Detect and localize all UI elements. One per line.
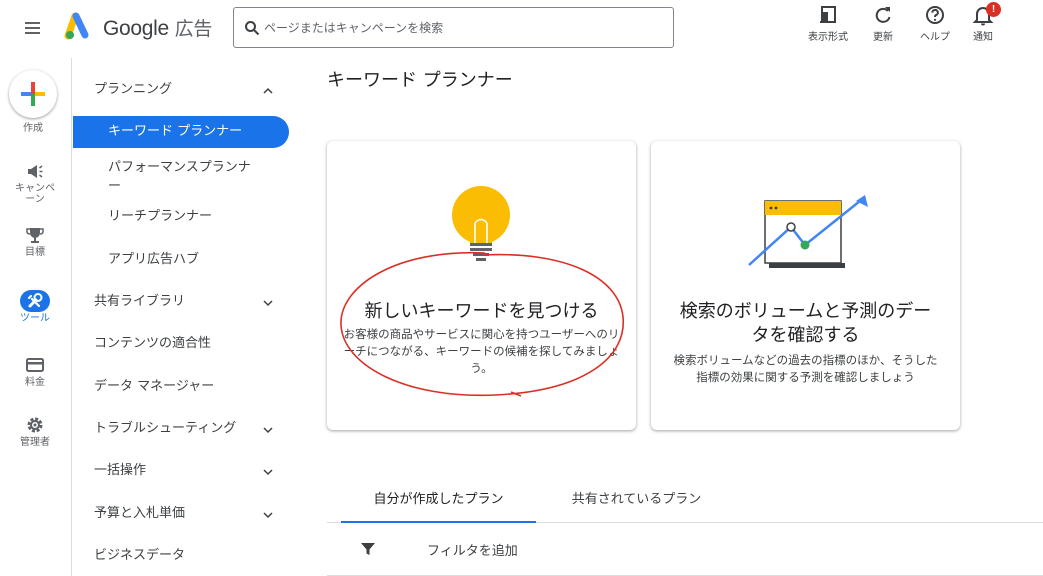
tab-my-plans[interactable]: 自分が作成したプラン [341,478,536,523]
notifications-button[interactable]: ! 通知 [958,2,1008,48]
appearance-button[interactable]: 表示形式 [803,4,853,48]
left-rail: 作成 キャンペーン 目標 ツール 料金 管理者 [0,58,72,576]
nav-troubleshooting[interactable]: トラブルシューティング [73,413,289,445]
nav-content-suitability[interactable]: コンテンツの適合性 [73,328,289,360]
rail-item-billing[interactable]: 料金 [0,354,70,388]
filter-bar: フィルタを追加 [327,524,1043,576]
nav-planning[interactable]: プランニング [73,74,289,106]
search-icon [245,21,260,36]
trophy-icon [26,228,44,243]
gear-icon [27,417,43,433]
filter-icon[interactable] [360,541,376,557]
rail-item-goals[interactable]: 目標 [0,224,70,258]
chevron-down-icon [263,512,273,519]
discover-keywords-desc: お客様の商品やサービスに関心を持つユーザーへのリーチにつながる、キーワードの候補… [343,327,620,375]
rail-item-admin[interactable]: 管理者 [0,414,70,448]
search-box[interactable] [233,7,674,48]
notification-badge: ! [986,2,1001,17]
rail-create-label: 作成 [23,123,43,134]
refresh-button[interactable]: 更新 [858,4,908,48]
plan-tabs: 自分が作成したプラン 共有されているプラン [327,478,1043,523]
billing-icon [26,358,44,372]
help-button[interactable]: ヘルプ [910,4,960,48]
nav-budgets-bids[interactable]: 予算と入札単価 [73,498,289,530]
forecast-chart-icon [748,195,868,268]
forecast-title: 検索のボリュームと予測のデータを確認する [679,301,932,346]
discover-keywords-card[interactable]: 新しいキーワードを見つける お客様の商品やサービスに関心を持つユーザーへのリーチ… [327,141,636,430]
google-ads-logo [64,12,89,40]
search-input[interactable] [264,16,654,40]
hamburger-menu-icon[interactable] [20,19,44,39]
tab-shared-plans[interactable]: 共有されているプラン [549,478,724,523]
nav-app-ads-hub[interactable]: アプリ広告ハブ [73,244,289,276]
rail-item-tools[interactable]: ツール [0,290,70,324]
nav-shared-library[interactable]: 共有ライブラリ [73,286,289,318]
add-filter-button[interactable]: フィルタを追加 [427,540,518,559]
help-icon [926,6,944,24]
nav-business-data[interactable]: ビジネスデータ [73,540,289,572]
tools-nav: プランニング キーワード プランナー パフォーマンスプランナー リーチプランナー… [73,58,291,576]
chevron-up-icon [263,87,273,94]
chevron-down-icon [263,427,273,434]
discover-keywords-title: 新しいキーワードを見つける [364,301,599,322]
nav-keyword-planner[interactable]: キーワード プランナー [73,116,289,148]
create-button[interactable] [9,70,57,118]
refresh-icon [875,7,891,23]
nav-performance-planner[interactable]: パフォーマンスプランナー [73,158,263,196]
nav-bulk-actions[interactable]: 一括操作 [73,455,289,487]
rail-item-campaigns[interactable]: キャンペーン [0,160,70,205]
lightbulb-icon [452,186,510,261]
brand-name: Google 広告 [103,17,213,40]
top-header: Google 広告 表示形式 更新 ヘルプ [0,0,1043,58]
page-title: キーワード プランナー [327,70,513,91]
plus-icon [21,82,45,106]
chevron-down-icon [263,300,273,307]
chevron-down-icon [263,469,273,476]
nav-reach-planner[interactable]: リーチプランナー [73,201,289,233]
forecast-card[interactable]: 検索のボリュームと予測のデータを確認する 検索ボリュームなどの過去の指標のほか、… [651,141,960,430]
tools-icon [27,293,43,308]
forecast-desc: 検索ボリュームなどの過去の指標のほか、そうした指標の効果に関する予測を確認しまし… [673,353,938,384]
nav-data-manager[interactable]: データ マネージャー [73,371,289,403]
megaphone-icon [28,165,43,178]
appearance-icon [820,6,836,23]
